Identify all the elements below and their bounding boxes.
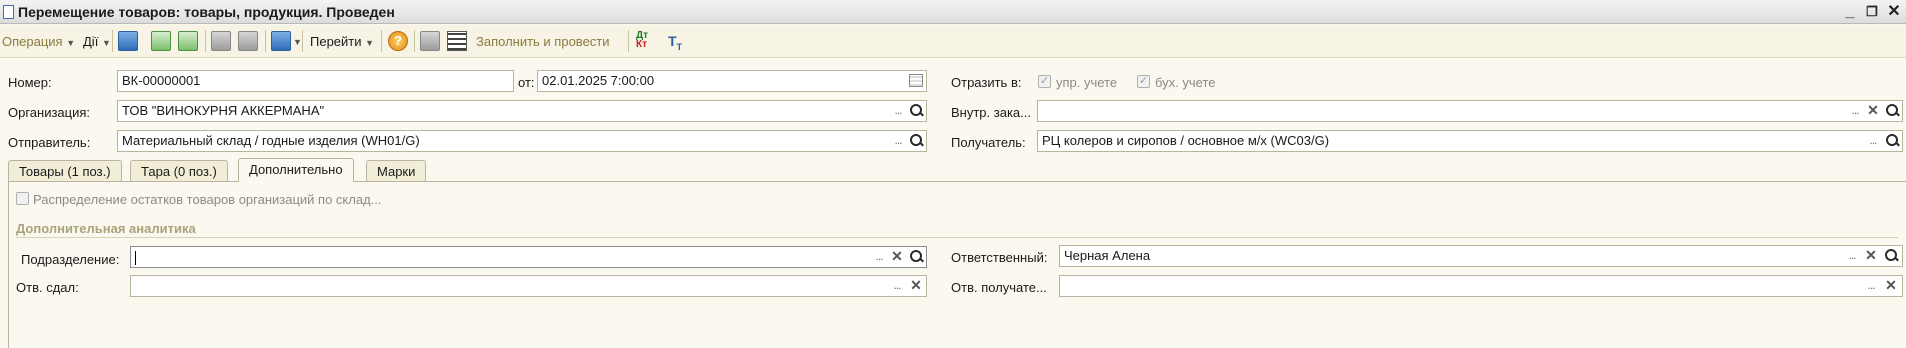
goto-menu[interactable]: Перейти ▼ bbox=[310, 34, 374, 49]
post-and-close-icon[interactable] bbox=[118, 31, 138, 51]
restore-button[interactable]: ❐ bbox=[1863, 3, 1881, 21]
clear-icon[interactable]: ✕ bbox=[1864, 102, 1882, 120]
mgmt-accounting-checkbox: ✓ bbox=[1038, 75, 1051, 88]
search-icon[interactable] bbox=[907, 102, 925, 120]
window-title: Перемещение товаров: товары, продукция. … bbox=[18, 4, 395, 20]
accounting-label: бух. учете bbox=[1155, 75, 1216, 90]
organization-field[interactable]: ТОВ "ВИНОКУРНЯ АККЕРМАНА" bbox=[117, 100, 927, 122]
sender-field[interactable]: Материальный склад / годные изделия (WH0… bbox=[117, 130, 927, 152]
search-icon[interactable] bbox=[1883, 132, 1901, 150]
actions-menu[interactable]: Дії ▼ bbox=[83, 34, 111, 49]
toolbar-divider bbox=[302, 30, 303, 52]
print-icon[interactable] bbox=[211, 31, 231, 51]
date-value: 02.01.2025 7:00:00 bbox=[542, 73, 655, 88]
recipient-label: Получатель: bbox=[951, 135, 1026, 150]
date-label: от: bbox=[518, 75, 535, 90]
sender-select-button[interactable]: ... bbox=[889, 132, 907, 150]
internal-order-select-button[interactable]: ... bbox=[1846, 102, 1864, 120]
structure-icon[interactable] bbox=[420, 31, 440, 51]
close-button[interactable]: ✕ bbox=[1885, 3, 1903, 21]
organization-label: Организация: bbox=[8, 105, 91, 120]
help-icon[interactable]: ? bbox=[388, 31, 408, 51]
clear-icon[interactable]: ✕ bbox=[1862, 247, 1880, 265]
recipient-select-button[interactable]: ... bbox=[1864, 132, 1882, 150]
section-title: Дополнительная аналитика bbox=[16, 221, 196, 236]
search-icon[interactable] bbox=[1882, 247, 1900, 265]
responsible-value: Черная Алена bbox=[1064, 248, 1151, 263]
clear-icon[interactable]: ✕ bbox=[907, 277, 925, 295]
mgmt-accounting-label: упр. учете bbox=[1056, 75, 1118, 90]
fill-and-post-button[interactable]: Заполнить и провести bbox=[476, 34, 610, 49]
toolbar-divider bbox=[112, 30, 113, 52]
department-field[interactable] bbox=[130, 246, 927, 268]
tab-additional[interactable]: Дополнительно bbox=[238, 158, 354, 182]
toolbar-divider bbox=[628, 30, 629, 52]
internal-order-field[interactable] bbox=[1037, 100, 1903, 122]
copy-document-icon[interactable] bbox=[178, 31, 198, 51]
handed-over-label: Отв. сдал: bbox=[16, 280, 79, 295]
debit-credit-icon[interactable]: Дт Кт bbox=[636, 31, 656, 51]
goto-menu-label: Перейти bbox=[310, 34, 362, 49]
responsible-select-button[interactable]: ... bbox=[1843, 247, 1861, 265]
window-title-bar: Перемещение товаров: товары, продукция. … bbox=[0, 0, 1906, 24]
minimize-button[interactable]: _ bbox=[1841, 3, 1859, 21]
chevron-down-icon[interactable]: ▼ bbox=[293, 37, 302, 47]
tab-containers[interactable]: Тара (0 поз.) bbox=[130, 160, 228, 182]
attach-icon[interactable] bbox=[238, 31, 258, 51]
search-icon[interactable] bbox=[907, 248, 925, 266]
section-divider bbox=[16, 237, 1898, 238]
responsible-field[interactable]: Черная Алена bbox=[1059, 245, 1903, 267]
department-select-button[interactable]: ... bbox=[870, 248, 888, 266]
document-icon bbox=[3, 5, 14, 19]
recipient-value: РЦ колеров и сиропов / основное м/х (WC0… bbox=[1042, 133, 1330, 148]
handed-over-field[interactable] bbox=[130, 275, 927, 297]
clear-icon[interactable]: ✕ bbox=[888, 248, 906, 266]
department-label: Подразделение: bbox=[21, 252, 120, 267]
number-field[interactable]: ВК-00000001 bbox=[117, 70, 514, 92]
tab-marks[interactable]: Марки bbox=[366, 160, 427, 182]
sender-label: Отправитель: bbox=[8, 135, 91, 150]
responsible-label: Ответственный: bbox=[951, 250, 1048, 265]
number-label: Номер: bbox=[8, 75, 52, 90]
toolbar-divider bbox=[381, 30, 382, 52]
internal-order-label: Внутр. зака... bbox=[951, 105, 1031, 120]
based-on-icon[interactable] bbox=[271, 31, 291, 51]
sender-value: Материальный склад / годные изделия (WH0… bbox=[122, 133, 420, 148]
toolbar: Операция ▼ Дії ▼ ▼ Перейти ▼ ? Заполнить… bbox=[0, 25, 1906, 58]
chevron-down-icon: ▼ bbox=[365, 38, 375, 48]
tab-goods[interactable]: Товары (1 поз.) bbox=[8, 160, 122, 182]
receiver-field[interactable] bbox=[1059, 275, 1903, 297]
chevron-down-icon: ▼ bbox=[66, 38, 76, 48]
operation-menu[interactable]: Операция ▼ bbox=[2, 34, 75, 49]
clear-icon[interactable]: ✕ bbox=[1882, 277, 1900, 295]
organization-select-button[interactable]: ... bbox=[889, 102, 907, 120]
text-cursor bbox=[135, 250, 136, 265]
accounting-checkbox: ✓ bbox=[1137, 75, 1150, 88]
checklist-icon[interactable] bbox=[447, 31, 467, 51]
receiver-select-button[interactable]: ... bbox=[1862, 277, 1880, 295]
text-format-icon[interactable]: TT bbox=[668, 31, 688, 52]
chevron-down-icon: ▼ bbox=[101, 38, 111, 48]
organization-value: ТОВ "ВИНОКУРНЯ АККЕРМАНА" bbox=[122, 103, 325, 118]
toolbar-divider bbox=[414, 30, 415, 52]
calendar-icon[interactable] bbox=[909, 74, 923, 87]
actions-menu-label: Дії bbox=[83, 34, 99, 49]
receiver-label: Отв. получате... bbox=[951, 280, 1047, 295]
reflect-label: Отразить в: bbox=[951, 75, 1022, 90]
search-icon[interactable] bbox=[1883, 102, 1901, 120]
toolbar-divider bbox=[265, 30, 266, 52]
operation-menu-label: Операция bbox=[2, 34, 63, 49]
distribution-checkbox bbox=[16, 192, 29, 205]
recipient-field[interactable]: РЦ колеров и сиропов / основное м/х (WC0… bbox=[1037, 130, 1903, 152]
toolbar-divider bbox=[205, 30, 206, 52]
search-icon[interactable] bbox=[907, 132, 925, 150]
handed-over-select-button[interactable]: ... bbox=[888, 277, 906, 295]
date-field[interactable]: 02.01.2025 7:00:00 bbox=[537, 70, 927, 92]
refresh-icon[interactable] bbox=[151, 31, 171, 51]
distribution-checkbox-label: Распределение остатков товаров организац… bbox=[33, 192, 382, 207]
